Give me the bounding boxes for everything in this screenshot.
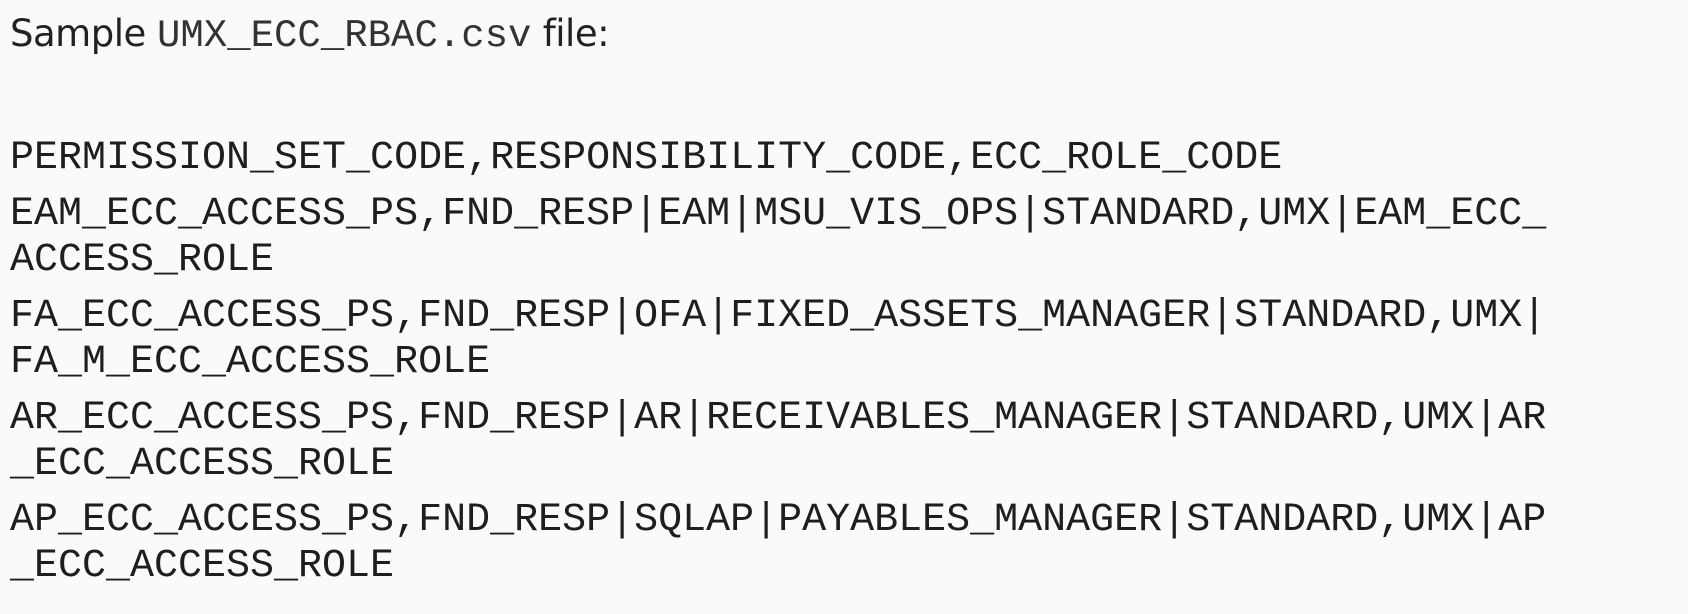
csv-line-text: ACCESS_ROLE xyxy=(10,238,275,283)
section-heading: Sample UMX_ECC_RBAC.csv file: xyxy=(10,6,610,64)
csv-line-text: FA_ECC_ACCESS_PS,FND_RESP|OFA|FIXED_ASSE… xyxy=(10,294,1547,339)
csv-line-text: _ECC_ACCESS_ROLE xyxy=(10,442,395,487)
csv-header-line: PERMISSION_SET_CODE,RESPONSIBILITY_CODE,… xyxy=(10,136,1670,182)
heading-suffix: file: xyxy=(531,12,610,55)
csv-sample-block: PERMISSION_SET_CODE,RESPONSIBILITY_CODE,… xyxy=(10,136,1670,600)
csv-line-text: AR_ECC_ACCESS_PS,FND_RESP|AR|RECEIVABLES… xyxy=(10,396,1547,441)
csv-row-fa: FA_ECC_ACCESS_PS,FND_RESP|OFA|FIXED_ASSE… xyxy=(10,294,1670,386)
heading-filename: UMX_ECC_RBAC.csv xyxy=(157,14,532,58)
csv-row-ap: AP_ECC_ACCESS_PS,FND_RESP|SQLAP|PAYABLES… xyxy=(10,498,1670,590)
csv-line-text: AP_ECC_ACCESS_PS,FND_RESP|SQLAP|PAYABLES… xyxy=(10,498,1547,543)
csv-line-text: FA_M_ECC_ACCESS_ROLE xyxy=(10,340,491,385)
csv-line-text: _ECC_ACCESS_ROLE xyxy=(10,544,395,589)
csv-row-ar: AR_ECC_ACCESS_PS,FND_RESP|AR|RECEIVABLES… xyxy=(10,396,1670,488)
csv-line-text: EAM_ECC_ACCESS_PS,FND_RESP|EAM|MSU_VIS_O… xyxy=(10,192,1547,237)
csv-row-eam: EAM_ECC_ACCESS_PS,FND_RESP|EAM|MSU_VIS_O… xyxy=(10,192,1670,284)
heading-prefix: Sample xyxy=(10,12,157,55)
csv-line-text: PERMISSION_SET_CODE,RESPONSIBILITY_CODE,… xyxy=(10,136,1283,181)
